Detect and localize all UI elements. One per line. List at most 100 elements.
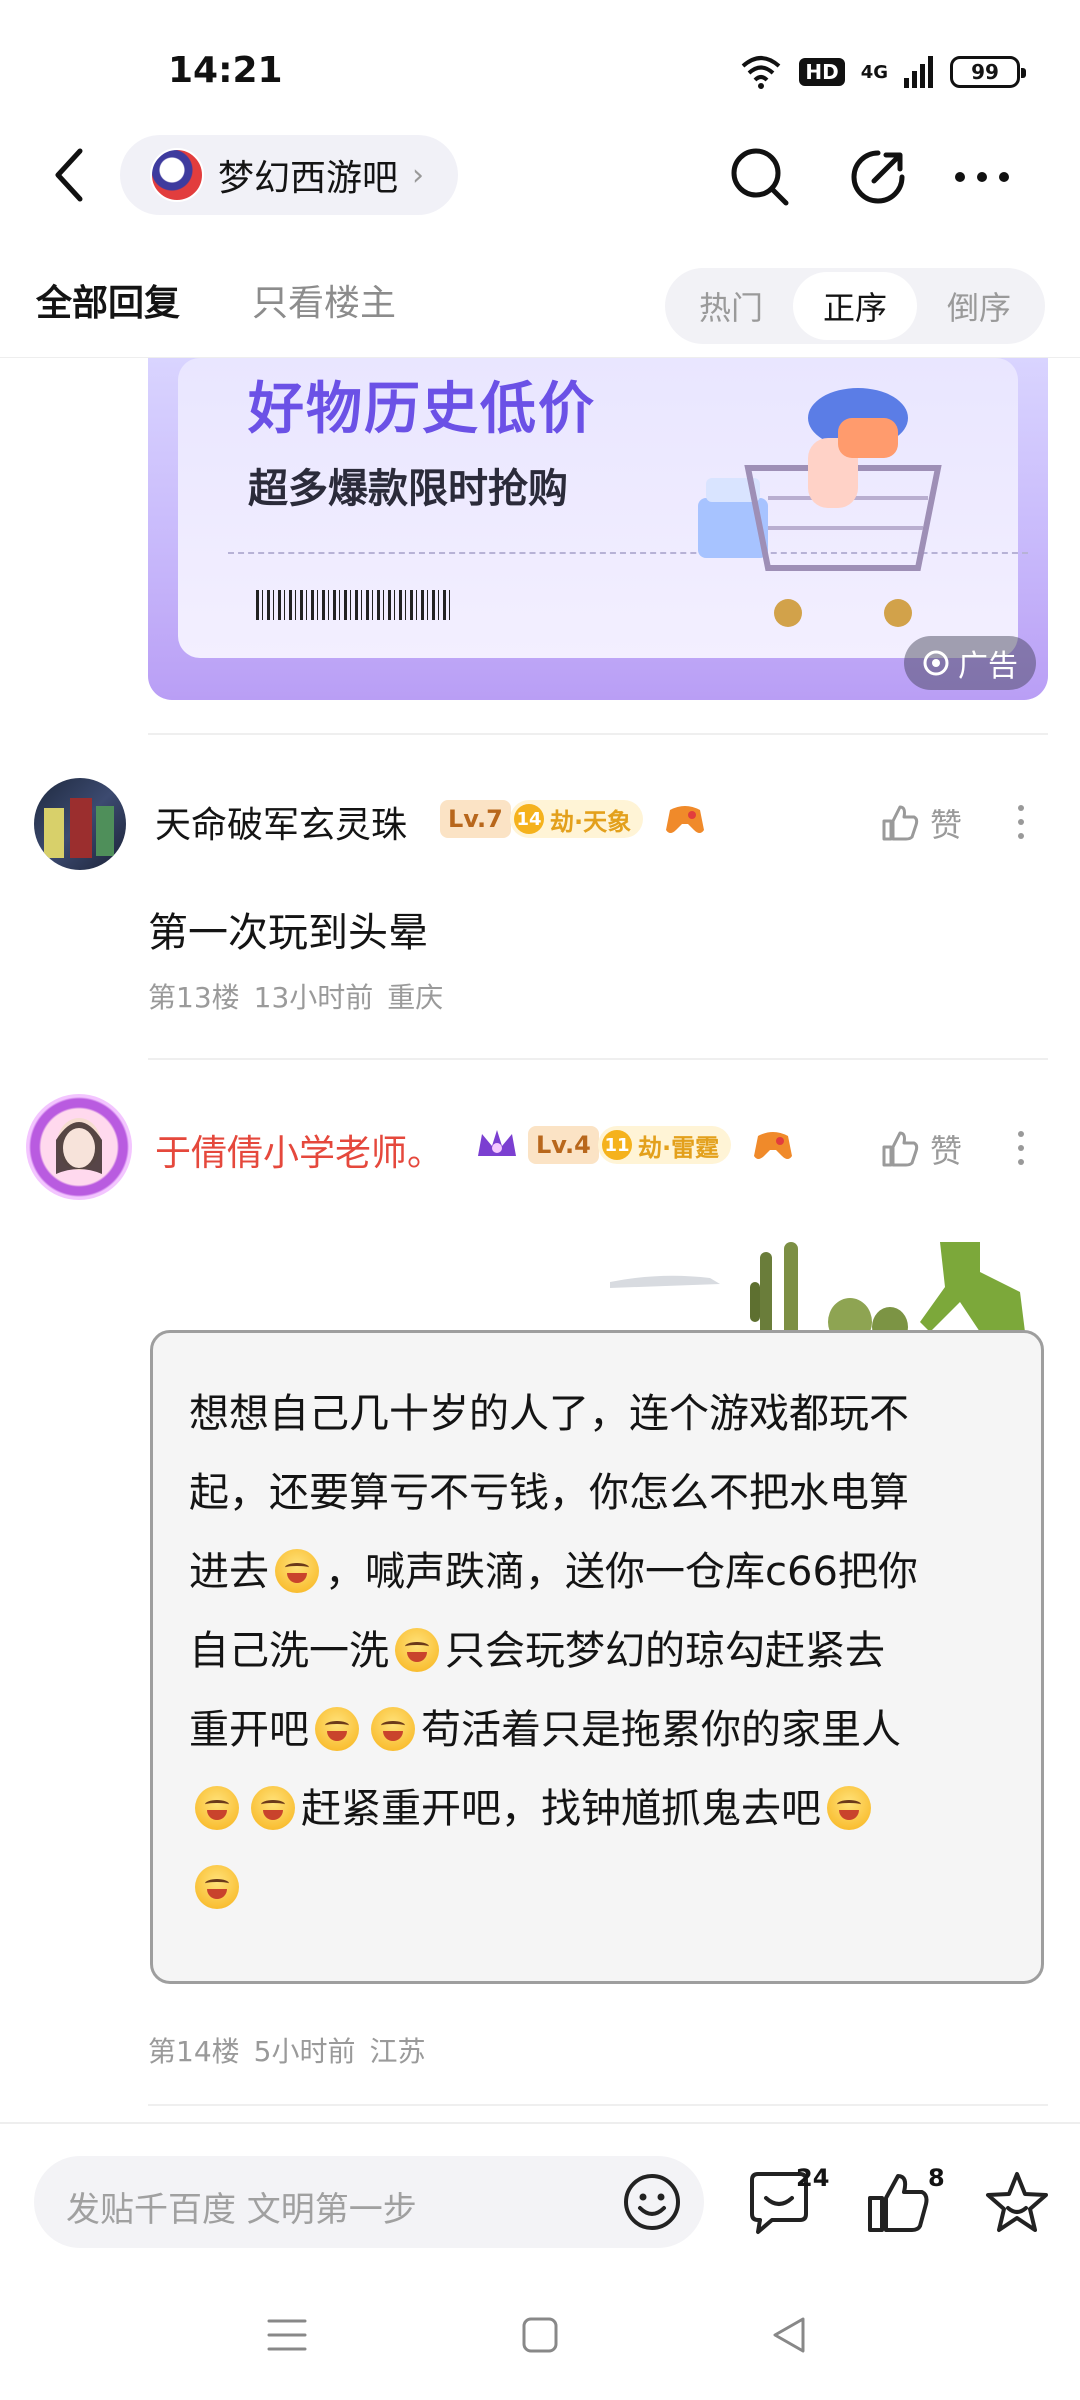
ad-subtitle: 超多爆款限时抢购 <box>248 466 568 512</box>
divider <box>148 733 1048 735</box>
sort-toggle: 热门 正序 倒序 <box>665 268 1045 344</box>
post-content: 第一次玩到头晕 <box>148 910 428 956</box>
grin-emoji-icon <box>195 1786 239 1830</box>
rank-label: 劫·天象 <box>550 807 632 836</box>
ad-tag[interactable]: 广告 <box>904 636 1036 690</box>
grin-emoji-icon <box>251 1786 295 1830</box>
reply-input[interactable]: 发贴千百度 文明第一步 <box>34 2156 704 2248</box>
forum-link[interactable]: 梦幻西游吧 › <box>120 135 459 215</box>
sort-ascending[interactable]: 正序 <box>793 272 917 340</box>
avatar[interactable] <box>34 778 126 870</box>
divider <box>148 2104 1048 2106</box>
thumbs-up-icon <box>882 805 919 841</box>
post-time: 5小时前 <box>253 2035 356 2068</box>
chevron-left-icon <box>55 148 83 202</box>
tab-owner-only[interactable]: 只看楼主 <box>252 274 396 326</box>
floor-number: 第14楼 <box>148 2035 240 2068</box>
like-label: 赞 <box>930 806 963 844</box>
status-time: 14:21 <box>168 50 283 91</box>
post-location: 江苏 <box>369 2035 426 2068</box>
floor-number: 第13楼 <box>148 981 240 1014</box>
grin-emoji-icon <box>395 1628 439 1672</box>
post-location: 重庆 <box>387 981 444 1014</box>
emoji-picker-icon[interactable] <box>620 2170 684 2234</box>
reply-content: 想想自己几十岁的人了，连个游戏都玩不 起，还要算亏不亏钱，你怎么不把水电算 进去… <box>189 1375 1009 1928</box>
reply-bubble: 想想自己几十岁的人了，连个游戏都玩不 起，还要算亏不亏钱，你怎么不把水电算 进去… <box>150 1330 1044 1984</box>
like-button[interactable]: 赞 <box>880 1126 962 1172</box>
avatar-image <box>44 798 114 858</box>
ad-title: 好物历史低价 <box>248 377 596 442</box>
status-icons: HD 4G 99 <box>739 52 1026 92</box>
post-more-button[interactable] <box>1006 1118 1036 1178</box>
reply-line: 起，还要算亏不亏钱，你怎么不把水电算 <box>189 1470 909 1516</box>
battery-indicator: 99 <box>950 56 1026 88</box>
reply-line: 只会玩梦幻的琼勾赶紧去 <box>445 1628 885 1674</box>
post-meta: 第13楼 13小时前 重庆 <box>148 976 443 1016</box>
post-more-button[interactable] <box>1006 792 1036 852</box>
search-button[interactable] <box>728 145 792 209</box>
bottom-action-bar: 发贴千百度 文明第一步 24 8 <box>0 2122 1080 2272</box>
rank-number: 11 <box>602 1130 632 1160</box>
rank-number: 14 <box>514 804 544 834</box>
ad-banner[interactable]: 好物历史低价 超多爆款限时抢购 广告 <box>148 358 1048 700</box>
rank-label: 劫·雷霆 <box>638 1133 720 1162</box>
avatar[interactable] <box>26 1094 132 1200</box>
grin-emoji-icon <box>315 1707 359 1751</box>
reply-line: 想想自己几十岁的人了，连个游戏都玩不 <box>189 1391 909 1437</box>
sort-descending[interactable]: 倒序 <box>917 272 1041 340</box>
more-horizontal-icon <box>955 172 1009 182</box>
reply-line: 重开吧 <box>189 1707 309 1753</box>
like-label: 赞 <box>930 1132 963 1170</box>
username[interactable]: 天命破军玄灵珠 <box>155 796 407 848</box>
crown-icon <box>478 1130 516 1156</box>
signal-icon <box>904 56 933 88</box>
comment-count: 24 <box>796 2164 830 2192</box>
level-badge: Lv.7 <box>440 800 511 838</box>
share-button[interactable] <box>846 145 910 209</box>
baidu-ad-icon <box>923 650 949 676</box>
reply-tabs-row: 全部回复 只看楼主 热门 正序 倒序 <box>0 258 1080 358</box>
hd-badge: HD <box>799 58 845 86</box>
reply-line: 苟活着只是拖累你的家里人 <box>421 1707 901 1753</box>
search-icon <box>731 148 789 206</box>
laugh-emoji-icon <box>827 1786 871 1830</box>
forum-logo <box>150 148 204 202</box>
shopping-cart-illustration <box>698 388 942 627</box>
barcode-graphic <box>256 590 452 620</box>
chevron-right-icon: › <box>412 157 425 193</box>
star-icon[interactable] <box>982 2168 1052 2238</box>
forum-name: 梦幻西游吧 <box>218 158 399 199</box>
menu-button[interactable] <box>262 2310 312 2360</box>
wifi-icon <box>742 56 781 89</box>
back-nav-button[interactable] <box>764 2310 814 2360</box>
thumbs-up-icon <box>882 1131 919 1167</box>
rank-badge: 11 劫·雷霆 <box>598 1126 732 1164</box>
grin-emoji-icon <box>371 1707 415 1751</box>
thumbs-up-icon[interactable] <box>864 2168 934 2238</box>
back-button[interactable] <box>40 145 100 205</box>
share-icon <box>851 150 905 204</box>
username[interactable]: 于倩倩小学老师。 <box>155 1124 443 1176</box>
reply-line: 赶紧重开吧，找钟馗抓鬼去吧 <box>301 1786 821 1832</box>
network-label: 4G <box>860 61 888 83</box>
game-controller-icon <box>666 806 704 833</box>
system-nav-bar <box>0 2272 1080 2400</box>
home-button[interactable] <box>515 2310 565 2360</box>
status-bar: 14:21 HD 4G 99 <box>0 0 1080 120</box>
triangle-back-icon <box>773 2317 805 2353</box>
post-time: 13小时前 <box>253 981 374 1014</box>
like-button[interactable]: 赞 <box>880 800 962 846</box>
reply-input-placeholder: 发贴千百度 文明第一步 <box>66 2190 417 2230</box>
avatar-image <box>56 1118 102 1174</box>
reply-line: ，喊声跌滴，送你一仓库c66把你 <box>325 1549 918 1595</box>
reply-line: 进去 <box>189 1549 269 1595</box>
level-badge: Lv.4 <box>528 1126 599 1164</box>
square-icon <box>522 2317 558 2353</box>
more-options-button[interactable] <box>950 145 1014 209</box>
ad-tag-label: 广告 <box>958 649 1018 684</box>
divider <box>148 1058 1048 1060</box>
reply-line: 自己洗一洗 <box>189 1628 389 1674</box>
tab-all-replies[interactable]: 全部回复 <box>36 274 180 326</box>
rank-badge: 14 劫·天象 <box>510 800 644 838</box>
sort-hot[interactable]: 热门 <box>669 272 793 340</box>
